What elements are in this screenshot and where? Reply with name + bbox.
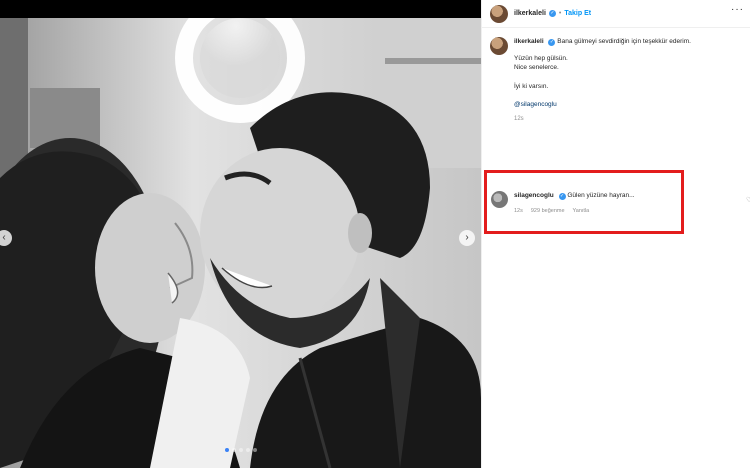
verified-badge-icon: ✓ — [558, 193, 566, 200]
post-photo-panel: ‹ › — [0, 0, 481, 468]
next-photo-button[interactable]: › — [459, 230, 475, 246]
carousel-dot — [224, 448, 229, 452]
caption-username[interactable]: ilkerkaleli — [514, 38, 544, 45]
caption-first-line: ilkerkaleli ✓ Bana gülmeyi sevdirdiğin i… — [514, 37, 691, 46]
commenter-username[interactable]: silagencoglu — [514, 192, 554, 199]
commenter-avatar[interactable] — [491, 191, 508, 208]
photo-top-band — [0, 0, 481, 18]
post-caption: ilkerkaleli ✓ Bana gülmeyi sevdirdiğin i… — [490, 37, 745, 124]
mention-link[interactable]: @silagencoglu — [514, 100, 691, 109]
chevron-left-icon: ‹ — [2, 232, 6, 243]
verified-badge-icon: ✓ — [548, 10, 556, 17]
carousel-dot — [245, 448, 250, 452]
author-username[interactable]: ilkerkaleli — [514, 10, 546, 17]
verified-badge-icon: ✓ — [548, 39, 556, 46]
comment-timestamp: 12s — [514, 208, 523, 215]
comment-likes[interactable]: 929 beğenme — [531, 207, 565, 216]
more-options-icon[interactable]: ··· — [731, 4, 744, 15]
author-avatar[interactable] — [490, 4, 508, 23]
like-comment-heart-icon[interactable]: ♡ — [746, 196, 750, 204]
caption-line: Yüzün hep gülsün. — [514, 55, 568, 63]
reply-button[interactable]: Yanıtla — [573, 207, 590, 216]
carousel-dot — [252, 448, 257, 452]
chevron-right-icon: › — [465, 232, 469, 243]
follow-button[interactable]: Takip Et — [564, 10, 591, 17]
caption-text: Bana gülmeyi sevdirdiğin için teşekkür e… — [557, 38, 691, 45]
caption-line: Nice senelerce. — [514, 64, 559, 72]
carousel-dot — [231, 448, 236, 452]
comment-text: Gülen yüzüne hayran... — [567, 192, 635, 199]
comment-body: silagencoglu ✓ Gülen yüzüne hayran... — [514, 191, 635, 200]
post-side-panel: ilkerkaleli ✓ • Takip Et ··· ilkerkaleli… — [481, 0, 750, 468]
caption-avatar[interactable] — [490, 37, 508, 55]
comment-meta: 12s 929 beğenme Yanıtla — [514, 207, 635, 216]
caption-timestamp: 12s — [514, 116, 524, 123]
carousel-indicator — [0, 448, 481, 452]
carousel-dot — [238, 448, 243, 452]
post-photo[interactable] — [0, 18, 481, 468]
caption-line: İyi ki varsın. — [514, 82, 549, 90]
comment-item: silagencoglu ✓ Gülen yüzüne hayran... 12… — [491, 191, 681, 216]
post-header: ilkerkaleli ✓ • Takip Et ··· — [482, 0, 750, 28]
separator-dot: • — [558, 10, 562, 17]
